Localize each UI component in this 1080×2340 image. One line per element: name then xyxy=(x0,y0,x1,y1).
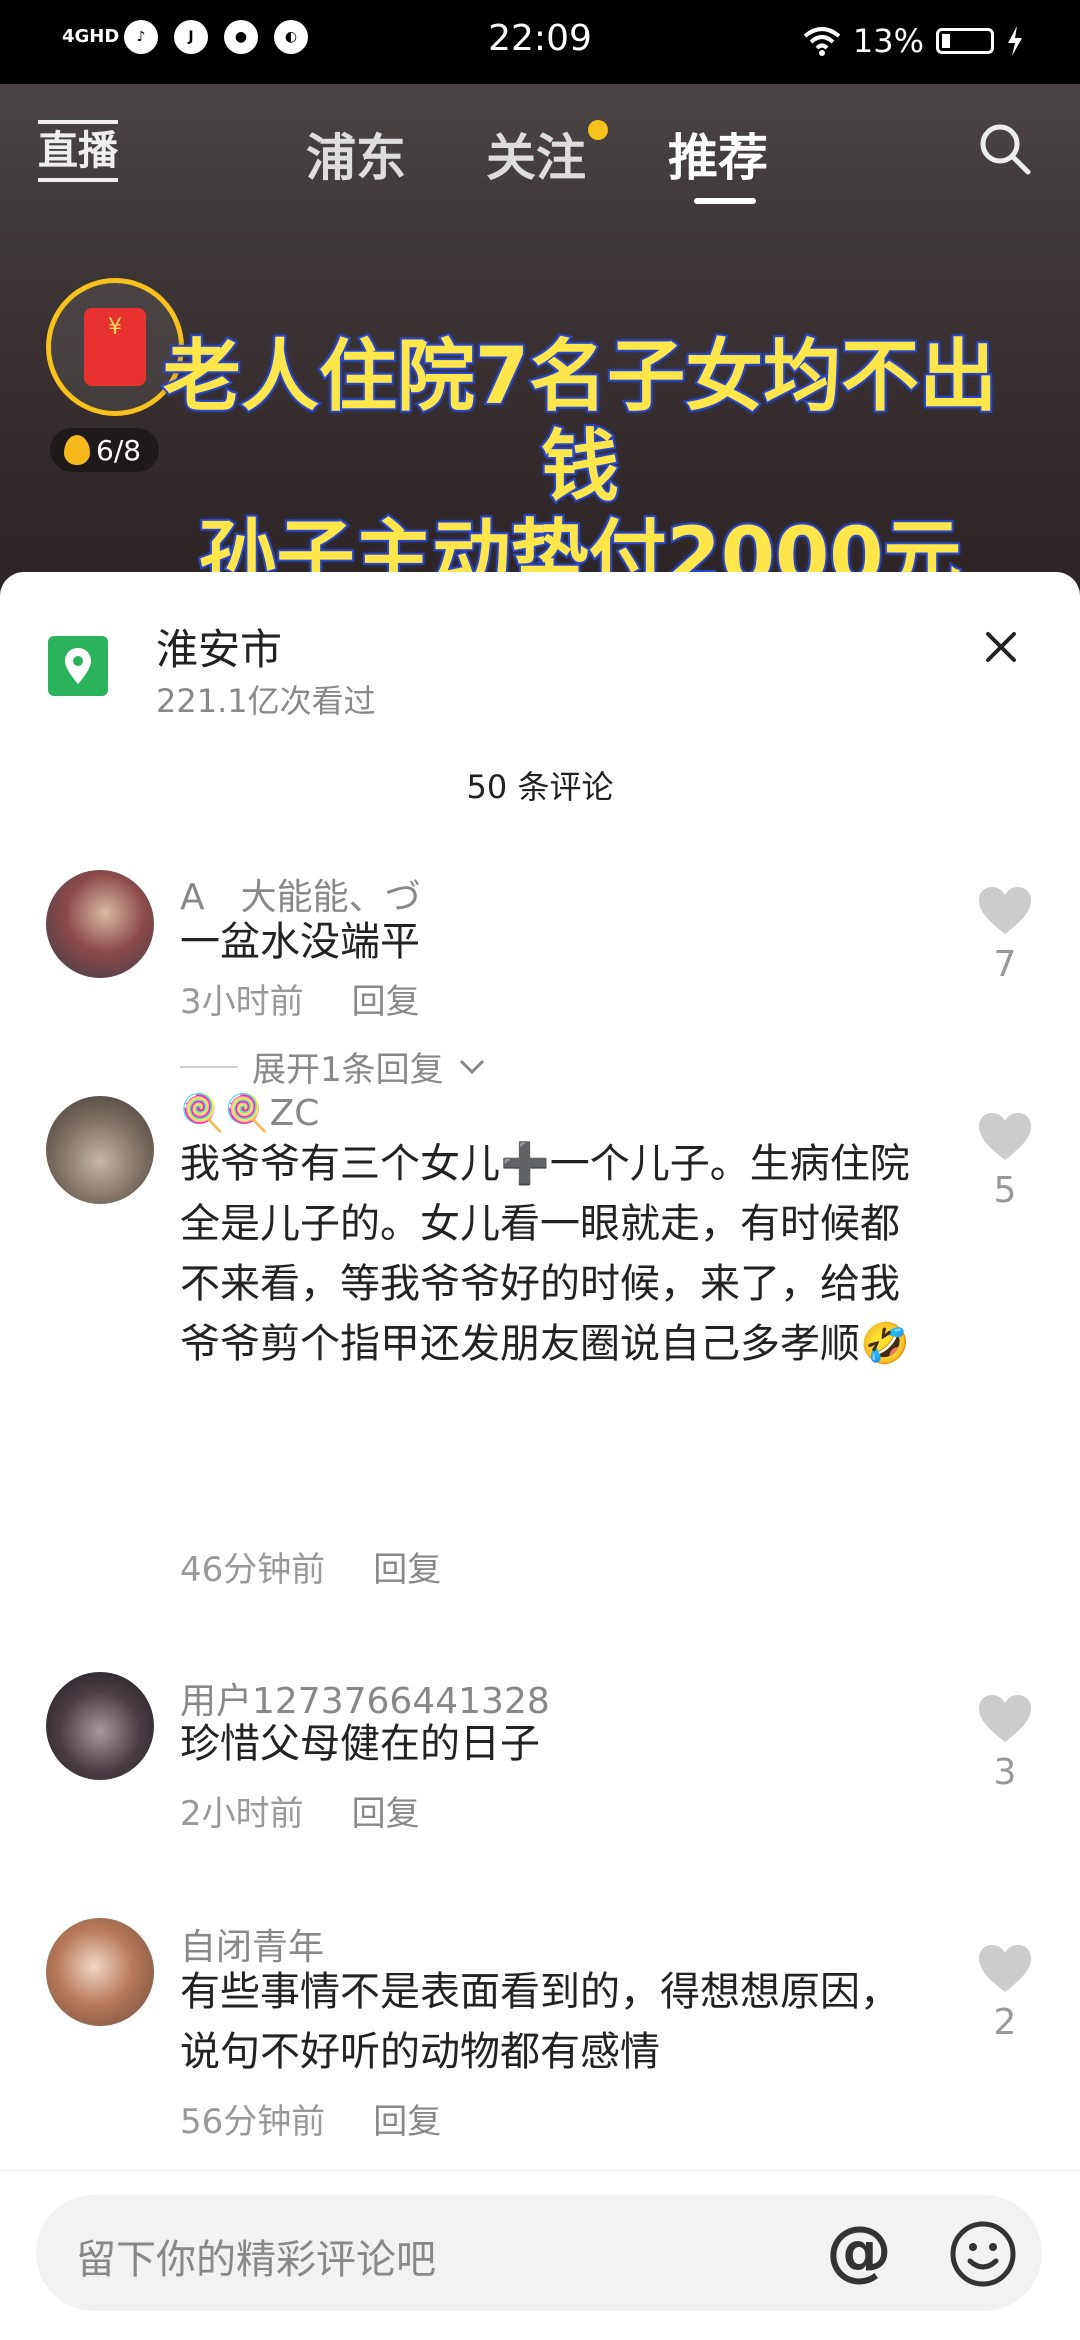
mention-button[interactable]: @ xyxy=(826,2215,892,2287)
heart-icon xyxy=(979,1695,1031,1742)
reply-button[interactable]: 回复 xyxy=(373,2102,441,2142)
video-headline: 老人住院7名子女均不出钱 孙子主动垫付2000元 xyxy=(130,330,1030,604)
comment-time: 56分钟前 xyxy=(180,2102,326,2142)
location-views: 221.1亿次看过 xyxy=(156,682,376,720)
live-button[interactable]: 直播 xyxy=(38,120,118,182)
notification-dot xyxy=(588,120,608,140)
like-button[interactable]: 7 xyxy=(976,886,1034,985)
comment-meta: 3小时前 回复 xyxy=(180,974,420,1023)
tab-pudong[interactable]: 浦东 xyxy=(306,118,406,190)
headline-line-1: 老人住院7名子女均不出钱 xyxy=(161,330,999,514)
charging-icon xyxy=(1008,26,1022,56)
comment-input-placeholder: 留下你的精彩评论吧 xyxy=(76,2237,436,2283)
comment-meta: 46分钟前 回复 xyxy=(180,1542,441,1591)
heart-icon xyxy=(979,1945,1031,1992)
comments-sheet: 淮安市 221.1亿次看过 50 条评论 A 大能能、づ 一盆水没端平 3小时前… xyxy=(0,572,1080,2340)
battery-percent: 13% xyxy=(852,22,924,60)
comment-time: 3小时前 xyxy=(180,982,304,1022)
avatar[interactable] xyxy=(46,1918,154,2026)
comment-text[interactable]: 有些事情不是表面看到的，得想想原因，说句不好听的动物都有感情 xyxy=(180,1962,920,2082)
search-icon[interactable] xyxy=(978,122,1032,176)
chevron-down-icon xyxy=(459,1059,484,1074)
comment-meta: 56分钟前 回复 xyxy=(180,2094,441,2143)
comment-text[interactable]: 一盆水没端平 xyxy=(180,912,920,972)
location-pin-icon xyxy=(48,636,108,696)
status-right: 13% xyxy=(803,22,1024,60)
heart-icon xyxy=(979,887,1031,934)
close-icon[interactable] xyxy=(976,622,1026,672)
comment-input[interactable]: 留下你的精彩评论吧 @ xyxy=(36,2195,1042,2311)
wifi-icon xyxy=(803,27,841,56)
emoji-icon[interactable] xyxy=(948,2219,1018,2289)
location-name[interactable]: 淮安市 xyxy=(156,616,282,677)
like-count: 7 xyxy=(993,944,1017,985)
reply-button[interactable]: 回复 xyxy=(352,982,420,1022)
comment-time: 2小时前 xyxy=(180,1794,304,1834)
comment-count: 50 条评论 xyxy=(466,768,614,806)
expand-replies-label: 展开1条回复 xyxy=(252,1050,444,1090)
comment-username[interactable]: 🍭🍭ZC xyxy=(180,1092,319,1134)
comment-time: 46分钟前 xyxy=(180,1550,326,1590)
like-count: 5 xyxy=(993,1170,1017,1211)
tab-following[interactable]: 关注 xyxy=(486,118,586,190)
heart-icon xyxy=(979,1113,1031,1160)
egg-icon xyxy=(64,435,90,465)
avatar[interactable] xyxy=(46,1096,154,1204)
like-count: 2 xyxy=(993,2002,1017,2043)
like-button[interactable]: 5 xyxy=(976,1112,1034,1211)
like-count: 3 xyxy=(993,1752,1017,1793)
tab-recommended[interactable]: 推荐 xyxy=(668,118,768,190)
top-nav: 直播 浦东 关注 推荐 xyxy=(0,84,1080,224)
avatar[interactable] xyxy=(46,870,154,978)
expand-replies[interactable]: 展开1条回复 xyxy=(180,1042,486,1091)
reply-button[interactable]: 回复 xyxy=(352,1794,420,1834)
comment-text[interactable]: 我爷爷有三个女儿➕一个儿子。生病住院全是儿子的。女儿看一眼就走，有时候都不来看，… xyxy=(180,1134,920,1374)
avatar[interactable] xyxy=(46,1672,154,1780)
like-button[interactable]: 3 xyxy=(976,1694,1034,1793)
like-button[interactable]: 2 xyxy=(976,1944,1034,2043)
comment-text[interactable]: 珍惜父母健在的日子 xyxy=(180,1714,920,1774)
divider xyxy=(180,1065,238,1068)
comment-meta: 2小时前 回复 xyxy=(180,1786,420,1835)
status-bar: 4GHD ♪ J ● ◐ 22:09 13% xyxy=(0,0,1080,84)
comment-input-bar: 留下你的精彩评论吧 @ xyxy=(0,2170,1080,2340)
reply-button[interactable]: 回复 xyxy=(373,1550,441,1590)
battery-icon xyxy=(936,28,994,54)
active-tab-indicator xyxy=(694,198,756,204)
